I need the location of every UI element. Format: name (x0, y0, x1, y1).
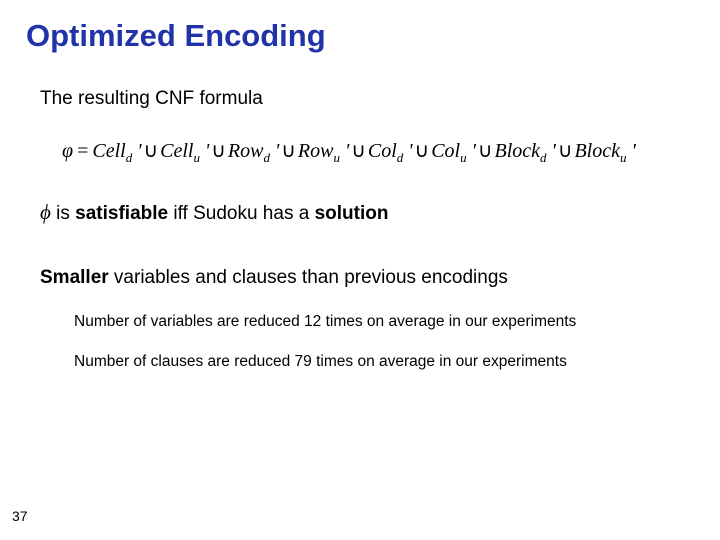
sub-line-vars: Number of variables are reduced 12 times… (74, 313, 694, 331)
equals-sign: = (73, 140, 92, 162)
formula-rhs: Celld '∪Cellu '∪Rowd '∪Rowu '∪Cold '∪Col… (92, 140, 635, 162)
sat-bold: satisfiable (75, 203, 168, 224)
intro-line: The resulting CNF formula (40, 88, 694, 110)
sat-bold2: solution (315, 203, 389, 224)
page-number: 37 (12, 508, 28, 524)
sat-pre: is (51, 203, 75, 224)
formula-lhs: φ (62, 140, 73, 162)
satisfiable-line: ϕ is satisfiable iff Sudoku has a soluti… (40, 200, 694, 225)
slide-title: Optimized Encoding (26, 18, 694, 54)
sub-line-clauses: Number of clauses are reduced 79 times o… (74, 353, 694, 371)
smaller-line: Smaller variables and clauses than previ… (40, 267, 694, 289)
phi-symbol: ϕ (40, 200, 51, 224)
smaller-bold: Smaller (40, 267, 109, 288)
sat-mid: iff Sudoku has a (168, 203, 314, 224)
smaller-rest: variables and clauses than previous enco… (109, 267, 508, 288)
cnf-formula: φ=Celld '∪Cellu '∪Rowd '∪Rowu '∪Cold '∪C… (62, 138, 694, 166)
slide: Optimized Encoding The resulting CNF for… (0, 0, 720, 540)
